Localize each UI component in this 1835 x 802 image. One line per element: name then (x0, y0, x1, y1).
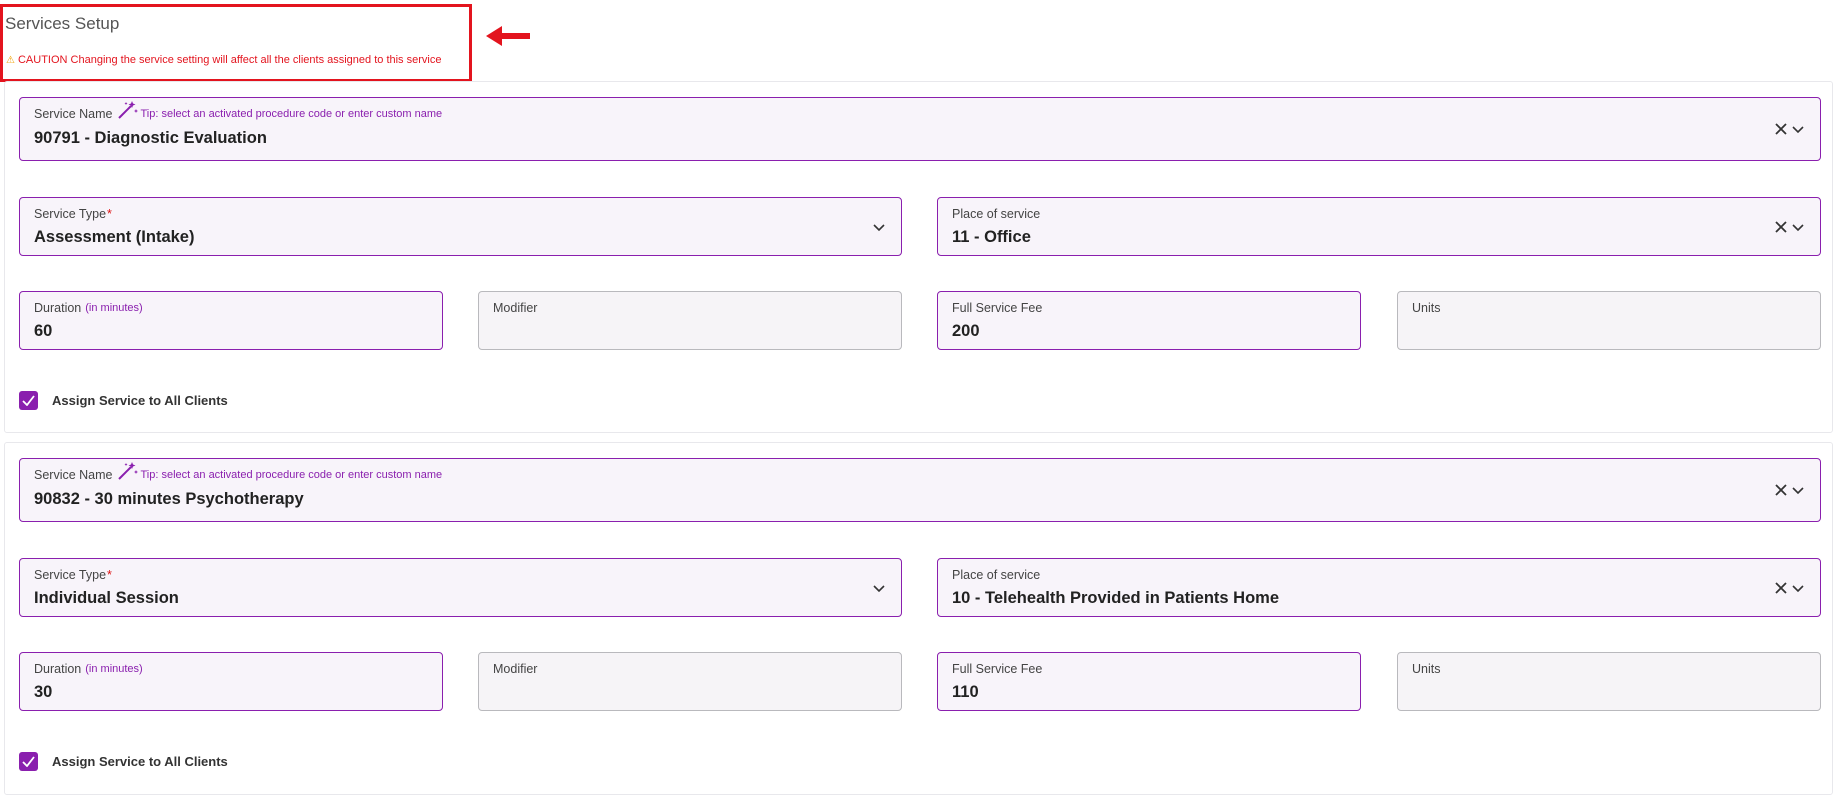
duration-input[interactable]: Duration (in minutes) 30 (19, 652, 443, 711)
duration-label: Duration (34, 301, 82, 315)
service-type-label: Service Type (34, 568, 107, 582)
chevron-down-icon[interactable] (1792, 124, 1804, 134)
service-name-field[interactable]: Service Name Tip: select an activated pr… (19, 97, 1821, 161)
service-name-tip: Tip: select an activated procedure code … (140, 108, 443, 120)
caution-message: ⚠ CAUTION Changing the service setting w… (6, 54, 441, 66)
service-type-value: Assessment (Intake) (34, 228, 195, 246)
chevron-down-icon[interactable] (1792, 222, 1804, 232)
close-icon[interactable] (1774, 581, 1788, 595)
chevron-down-icon[interactable] (873, 583, 885, 593)
modifier-input[interactable]: Modifier (478, 652, 902, 711)
duration-hint: (in minutes) (85, 663, 143, 675)
duration-label: Duration (34, 662, 82, 676)
service-type-select[interactable]: Service Type * Assessment (Intake) (19, 197, 902, 256)
modifier-label: Modifier (493, 662, 538, 676)
caution-text: CAUTION Changing the service setting wil… (17, 54, 442, 66)
required-mark: * (107, 207, 112, 221)
full-service-fee-value[interactable]: 200 (952, 322, 980, 341)
required-mark: * (107, 568, 112, 582)
service-card: Service Name Tip: select an activated pr… (4, 442, 1833, 795)
checkmark-icon (22, 395, 35, 406)
page-title: Services Setup (5, 14, 120, 33)
chevron-down-icon[interactable] (873, 222, 885, 232)
modifier-label: Modifier (493, 301, 538, 315)
close-icon[interactable] (1774, 122, 1788, 136)
duration-value[interactable]: 30 (34, 683, 52, 702)
modifier-input[interactable]: Modifier (478, 291, 902, 350)
assign-all-row: Assign Service to All Clients (19, 391, 228, 410)
close-icon[interactable] (1774, 483, 1788, 497)
assign-all-label: Assign Service to All Clients (52, 393, 228, 408)
service-type-label: Service Type (34, 207, 107, 221)
full-service-fee-input[interactable]: Full Service Fee 200 (937, 291, 1361, 350)
chevron-down-icon[interactable] (1792, 583, 1804, 593)
arrow-left-icon (486, 26, 530, 46)
full-service-fee-label: Full Service Fee (952, 301, 1043, 315)
place-of-service-label: Place of service (952, 568, 1041, 582)
duration-value[interactable]: 60 (34, 322, 52, 341)
place-of-service-value: 10 - Telehealth Provided in Patients Hom… (952, 589, 1280, 607)
service-name-label: Service Name (34, 468, 113, 482)
full-service-fee-input[interactable]: Full Service Fee 110 (937, 652, 1361, 711)
warning-icon: ⚠ (6, 54, 15, 66)
assign-all-checkbox[interactable] (19, 391, 38, 410)
service-card: Service Name Tip: select an activated pr… (4, 81, 1833, 433)
service-name-label: Service Name (34, 107, 113, 121)
chevron-down-icon[interactable] (1792, 485, 1804, 495)
service-type-value: Individual Session (34, 589, 179, 607)
service-name-field[interactable]: Service Name Tip: select an activated pr… (19, 458, 1821, 522)
service-name-value[interactable]: 90791 - Diagnostic Evaluation (34, 129, 267, 148)
place-of-service-value: 11 - Office (952, 228, 1031, 246)
duration-input[interactable]: Duration (in minutes) 60 (19, 291, 443, 350)
units-label: Units (1412, 301, 1441, 315)
service-name-value[interactable]: 90832 - 30 minutes Psychotherapy (34, 490, 304, 509)
full-service-fee-value[interactable]: 110 (952, 683, 979, 702)
magic-wand-icon (117, 462, 138, 480)
assign-all-label: Assign Service to All Clients (52, 754, 228, 769)
units-label: Units (1412, 662, 1441, 676)
full-service-fee-label: Full Service Fee (952, 662, 1043, 676)
place-of-service-select[interactable]: Place of service 11 - Office (937, 197, 1821, 256)
units-input[interactable]: Units (1397, 291, 1821, 350)
service-type-select[interactable]: Service Type * Individual Session (19, 558, 902, 617)
place-of-service-select[interactable]: Place of service 10 - Telehealth Provide… (937, 558, 1821, 617)
service-name-tip: Tip: select an activated procedure code … (140, 469, 443, 481)
place-of-service-label: Place of service (952, 207, 1041, 221)
units-input[interactable]: Units (1397, 652, 1821, 711)
magic-wand-icon (117, 101, 138, 119)
duration-hint: (in minutes) (85, 302, 143, 314)
assign-all-row: Assign Service to All Clients (19, 752, 228, 771)
assign-all-checkbox[interactable] (19, 752, 38, 771)
checkmark-icon (22, 756, 35, 767)
close-icon[interactable] (1774, 220, 1788, 234)
